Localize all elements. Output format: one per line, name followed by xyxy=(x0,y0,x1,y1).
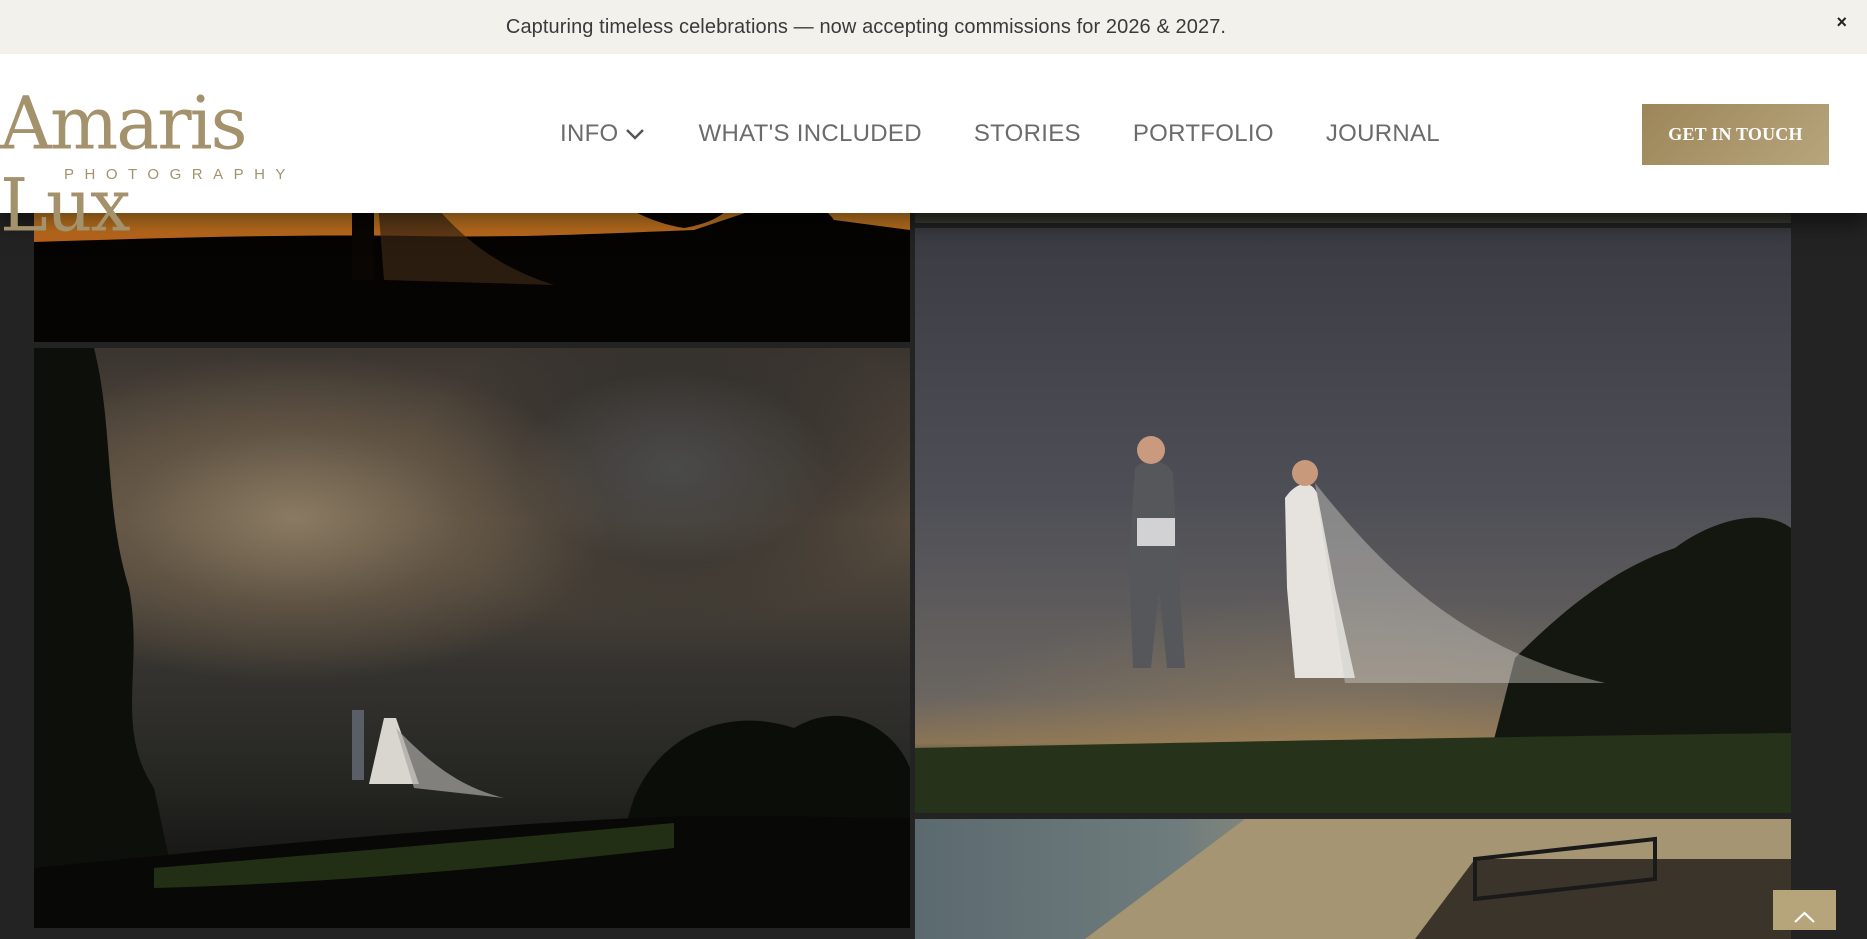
nav-item-label: STORIES xyxy=(973,119,1081,147)
nav-item-whats-included[interactable]: WHAT'S INCLUDED xyxy=(699,120,922,148)
nav-item-label: WHAT'S INCLUDED xyxy=(698,119,922,147)
site-header: Amaris Lux PHOTOGRAPHY INFO WHAT'S INCLU… xyxy=(0,54,1867,246)
logo-tagline: PHOTOGRAPHY xyxy=(64,166,296,183)
close-icon[interactable]: × xyxy=(1836,12,1847,32)
nav-item-info[interactable]: INFO xyxy=(560,120,645,148)
nav-item-journal[interactable]: JOURNAL xyxy=(1326,120,1440,148)
nav-item-label: INFO xyxy=(560,119,619,147)
building-balcony-photo[interactable] xyxy=(915,819,1791,939)
couple-hilltop-art xyxy=(915,436,1791,813)
nav-item-label: PORTFOLIO xyxy=(1132,119,1274,147)
nav-item-label: JOURNAL xyxy=(1325,119,1440,147)
logo[interactable]: Amaris Lux PHOTOGRAPHY xyxy=(0,82,370,245)
couple-hilltop-photo[interactable] xyxy=(915,228,1791,813)
get-in-touch-button[interactable]: GET IN TOUCH xyxy=(1642,104,1829,165)
chevron-down-icon xyxy=(625,128,644,140)
nav-item-portfolio[interactable]: PORTFOLIO xyxy=(1133,120,1274,148)
announcement-text: Capturing timeless celebrations — now ac… xyxy=(505,15,1227,38)
chevron-up-icon xyxy=(1794,911,1815,923)
nav-item-stories[interactable]: STORIES xyxy=(974,120,1081,148)
logo-wordmark: Amaris Lux xyxy=(0,80,248,248)
scroll-to-top-button[interactable] xyxy=(1773,890,1836,930)
stormy-sky-couple-photo[interactable] xyxy=(34,348,910,928)
stormy-sky-art xyxy=(34,348,910,928)
main-nav: INFO WHAT'S INCLUDED STORIES PORTFOLIO J… xyxy=(560,54,1492,213)
announcement-bar: Capturing timeless celebrations — now ac… xyxy=(0,0,1867,54)
building-balcony-art xyxy=(1085,819,1791,939)
